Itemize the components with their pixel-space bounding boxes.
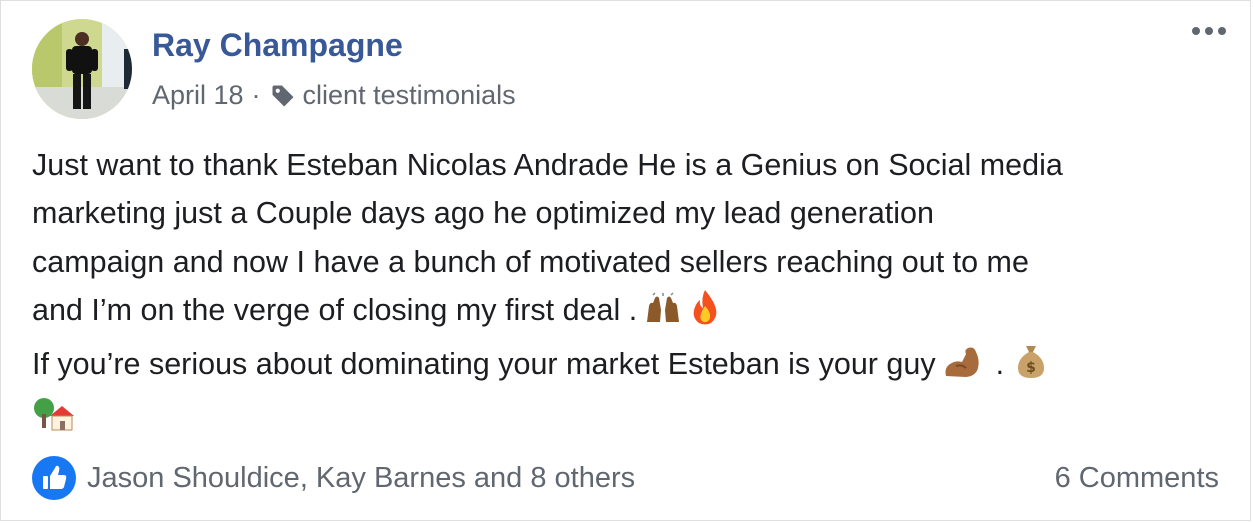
- post-meta: April 18 · client testimonials: [152, 80, 516, 111]
- fire-icon: [689, 288, 721, 340]
- post-line: [32, 394, 1232, 448]
- post-line-text: If you’re serious about dominating your …: [32, 347, 936, 382]
- post-footer: Jason Shouldice, Kay Barnes and 8 others…: [32, 453, 1219, 503]
- flexed-biceps-icon: [942, 344, 984, 394]
- author-name[interactable]: Ray Champagne: [152, 27, 403, 64]
- like-icon: [32, 456, 76, 500]
- post-line-text: .: [995, 347, 1005, 382]
- post-card: Ray Champagne April 18 · client testimon…: [0, 0, 1251, 521]
- post-line: If you’re serious about dominating your …: [32, 340, 1232, 394]
- reactions-summary[interactable]: Jason Shouldice, Kay Barnes and 8 others: [32, 456, 635, 500]
- post-body: Just want to thank Esteban Nicolas Andra…: [32, 141, 1232, 449]
- tag-icon: [272, 85, 294, 106]
- post-line: Just want to thank Esteban Nicolas Andra…: [32, 148, 1063, 182]
- post-line: and I’m on the verge of closing my first…: [32, 286, 1232, 340]
- reactions-text: Jason Shouldice, Kay Barnes and 8 others: [87, 461, 636, 494]
- meta-separator: ·: [251, 80, 261, 110]
- post-line: marketing just a Couple days ago he opti…: [32, 196, 934, 231]
- post-date[interactable]: April 18: [152, 80, 244, 111]
- post-line-text: and I’m on the verge of closing my first…: [32, 292, 638, 327]
- house-with-garden-icon: [32, 396, 74, 448]
- post-line: campaign and now I have a bunch of motiv…: [32, 244, 1029, 279]
- raising-hands-icon: [643, 292, 683, 340]
- more-options-icon[interactable]: [1192, 27, 1226, 35]
- avatar[interactable]: [32, 19, 132, 119]
- comments-count[interactable]: 6 Comments: [1055, 462, 1219, 495]
- topic-link[interactable]: client testimonials: [303, 80, 516, 111]
- svg-text:$: $: [1026, 360, 1036, 376]
- money-bag-icon: $: [1014, 342, 1048, 394]
